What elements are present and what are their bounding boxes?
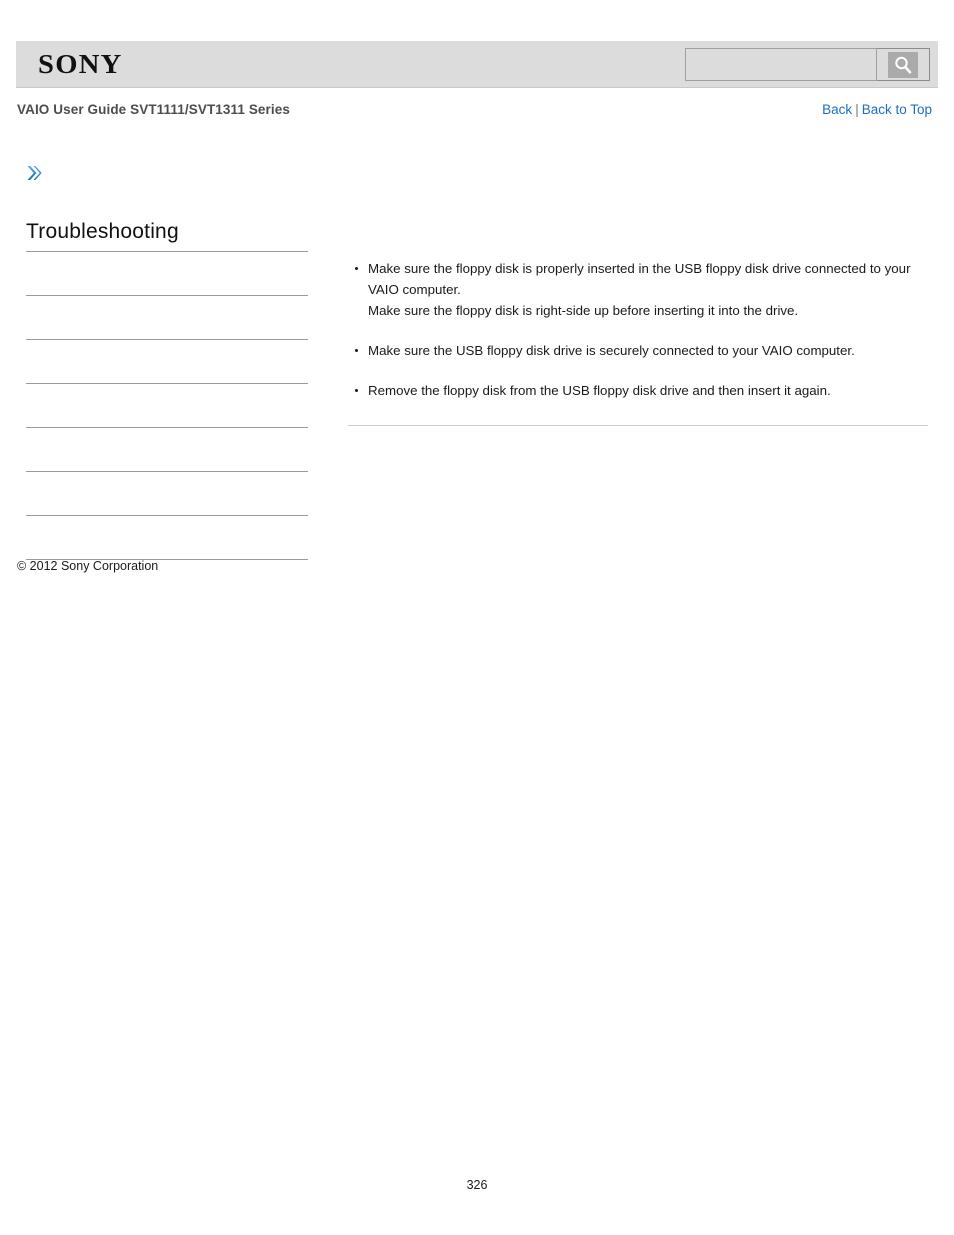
search-input[interactable] (685, 48, 877, 81)
copyright-text: © 2012 Sony Corporation (17, 559, 159, 573)
list-item: Remove the floppy disk from the USB flop… (348, 380, 928, 401)
main-content: Make sure the floppy disk is properly in… (348, 258, 928, 434)
list-item: Make sure the floppy disk is properly in… (348, 258, 928, 321)
search-area (685, 48, 930, 81)
troubleshooting-bullet-list: Make sure the floppy disk is properly in… (348, 258, 928, 401)
sidebar-item-3[interactable] (26, 340, 308, 384)
search-icon (888, 51, 918, 78)
page-title: VAIO User Guide SVT1111/SVT1311 Series (17, 102, 290, 117)
header-band: SONY (16, 41, 938, 88)
sidebar-item-2[interactable] (26, 296, 308, 340)
sidebar-item-1[interactable] (26, 252, 308, 296)
back-to-top-link[interactable]: Back to Top (862, 102, 932, 117)
sidebar-item-4[interactable] (26, 384, 308, 428)
sidebar-item-7[interactable] (26, 516, 308, 560)
header-nav-links: Back | Back to Top (822, 102, 932, 117)
sidebar-item-5[interactable] (26, 428, 308, 472)
sony-logo: SONY (38, 49, 123, 79)
chevron-double-right-icon (24, 163, 44, 183)
content-divider (348, 425, 928, 426)
sidebar-title: Troubleshooting (26, 220, 308, 252)
nav-separator: | (855, 102, 859, 117)
page-number: 326 (466, 1178, 488, 1192)
sidebar-item-6[interactable] (26, 472, 308, 516)
back-link[interactable]: Back (822, 102, 852, 117)
search-button[interactable] (877, 48, 930, 81)
sidebar: Troubleshooting (26, 220, 308, 560)
list-item: Make sure the USB floppy disk drive is s… (348, 340, 928, 361)
